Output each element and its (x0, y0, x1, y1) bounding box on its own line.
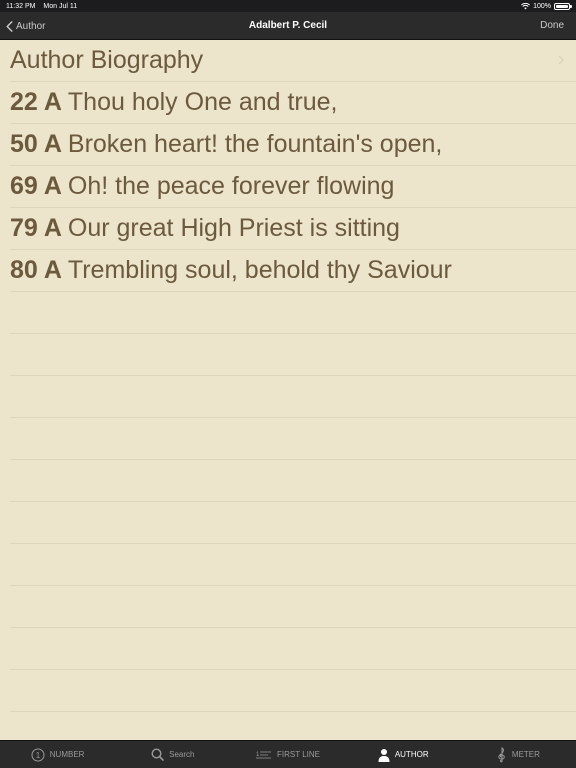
tab-number[interactable]: 1 NUMBER (0, 741, 115, 768)
hymn-title: Trembling soul, behold thy Saviour (67, 256, 452, 284)
hymn-number: 50 A (10, 130, 62, 158)
hymn-number: 79 A (10, 214, 62, 242)
wifi-icon (521, 2, 531, 9)
empty-row (10, 628, 576, 670)
first-line-icon: 1 (256, 751, 272, 758)
chevron-left-icon (6, 20, 13, 32)
author-biography-label: Author Biography (10, 46, 204, 74)
tab-author-label: AUTHOR (394, 750, 429, 759)
empty-row (10, 586, 576, 628)
battery-percent: 100% (533, 2, 551, 10)
tab-meter-label: METER (511, 750, 540, 759)
hymn-number: 22 A (10, 88, 62, 116)
tab-meter[interactable]: METER (461, 741, 576, 768)
chevron-right-icon (558, 55, 564, 65)
tab-number-label: NUMBER (49, 750, 85, 759)
tab-bar: 1 NUMBER Search 1 FIRST LINE AUTHOR METE… (0, 740, 576, 768)
tab-search-label: Search (169, 750, 195, 759)
empty-row (10, 376, 576, 418)
hymn-number: 69 A (10, 172, 62, 200)
status-bar: 11:32 PM Mon Jul 11 100% (0, 0, 576, 12)
empty-row (10, 460, 576, 502)
status-right: 100% (521, 2, 572, 10)
empty-row (10, 502, 576, 544)
status-left: 11:32 PM Mon Jul 11 (6, 3, 83, 10)
hymn-list: Author Biography 22 A Thou holy One and … (0, 40, 576, 740)
hymn-title: Thou holy One and true, (67, 88, 338, 116)
empty-row (10, 418, 576, 460)
hymn-row[interactable]: 79 A Our great High Priest is sitting (10, 208, 576, 250)
page-title: Adalbert P. Cecil (248, 20, 328, 31)
empty-row (10, 334, 576, 376)
done-button[interactable]: Done (540, 12, 564, 40)
empty-row (10, 544, 576, 586)
tab-first-line[interactable]: 1 FIRST LINE (230, 741, 345, 768)
tab-author[interactable]: AUTHOR (346, 741, 461, 768)
hymn-title: Oh! the peace forever flowing (67, 172, 395, 200)
number-circle-icon: 1 (31, 748, 45, 761)
search-icon (151, 748, 164, 761)
navigation-bar: Author Adalbert P. Cecil Done (0, 12, 576, 40)
tab-first-line-label: FIRST LINE (277, 750, 320, 759)
status-date: Mon Jul 11 (43, 2, 78, 10)
hymn-row[interactable]: 50 A Broken heart! the fountain's open, (10, 124, 576, 166)
person-icon (378, 748, 390, 762)
back-button[interactable]: Author (6, 12, 45, 40)
svg-text:1: 1 (36, 751, 41, 760)
status-time: 11:32 PM (6, 2, 36, 10)
empty-row (10, 670, 576, 712)
svg-text:1: 1 (256, 752, 260, 758)
battery-icon (554, 2, 572, 10)
hymn-number: 80 A (10, 256, 62, 284)
hymn-title: Our great High Priest is sitting (67, 214, 400, 242)
back-button-label: Author (16, 20, 46, 32)
hymn-title: Broken heart! the fountain's open, (67, 130, 443, 158)
hymn-row[interactable]: 69 A Oh! the peace forever flowing (10, 166, 576, 208)
hymn-row[interactable]: 80 A Trembling soul, behold thy Saviour (10, 250, 576, 292)
author-biography-row[interactable]: Author Biography (10, 40, 576, 82)
treble-clef-icon (498, 746, 505, 762)
empty-row (10, 292, 576, 334)
tab-search[interactable]: Search (115, 741, 230, 768)
hymn-row[interactable]: 22 A Thou holy One and true, (10, 82, 576, 124)
empty-row (10, 712, 576, 740)
